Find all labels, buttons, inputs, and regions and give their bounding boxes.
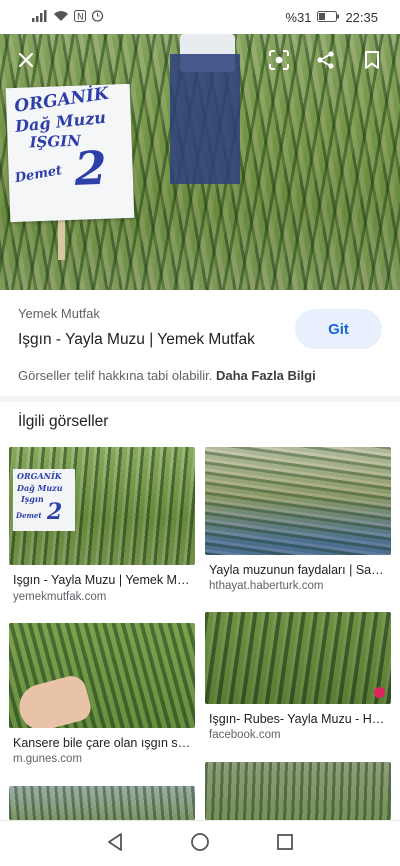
lens-icon bbox=[268, 49, 290, 71]
signal-icon bbox=[32, 9, 48, 25]
related-card[interactable]: Kansere bile çare olan ışgın sebzesi m.g… bbox=[9, 623, 195, 769]
source-badge bbox=[374, 687, 385, 698]
battery-icon bbox=[317, 10, 340, 25]
sign-text: Dağ Muzu bbox=[17, 483, 63, 493]
share-icon bbox=[316, 50, 336, 70]
price-sign: ORGANİK Dağ Muzu IŞGIN Demet 2 bbox=[5, 84, 135, 223]
bookmark-button[interactable] bbox=[354, 42, 390, 78]
related-title[interactable]: Kansere bile çare olan ışgın sebzesi bbox=[13, 736, 193, 750]
related-title[interactable]: Işgın- Rubes- Yayla Muzu - Home bbox=[209, 712, 389, 726]
more-info-link[interactable]: Daha Fazla Bilgi bbox=[216, 368, 316, 383]
nfc-icon: N bbox=[74, 9, 86, 25]
related-title[interactable]: Yayla muzunun faydaları | Sağlık bbox=[209, 563, 389, 577]
related-thumbnail[interactable] bbox=[205, 447, 391, 555]
related-thumbnail[interactable] bbox=[205, 762, 391, 820]
copyright-notice: Görseller telif hakkına tabi olabilir. D… bbox=[18, 368, 316, 383]
back-icon bbox=[106, 832, 124, 857]
related-title[interactable]: Işgın - Yayla Muzu | Yemek Mutfak bbox=[13, 573, 193, 587]
home-button[interactable] bbox=[187, 831, 213, 857]
related-source: yemekmutfak.com bbox=[13, 591, 107, 603]
copyright-text: Görseller telif hakkına tabi olabilir. bbox=[18, 368, 213, 383]
bookmark-icon bbox=[364, 50, 380, 70]
related-source: facebook.com bbox=[209, 729, 281, 741]
sign-text: Demet bbox=[13, 163, 64, 187]
sign-text: ORGANİK bbox=[17, 471, 62, 481]
navigation-bar bbox=[0, 820, 400, 866]
close-icon bbox=[17, 51, 35, 69]
sign-price: 2 bbox=[47, 499, 63, 525]
share-button[interactable] bbox=[308, 42, 344, 78]
related-thumbnail[interactable] bbox=[205, 612, 391, 704]
recents-icon bbox=[276, 833, 294, 856]
related-thumbnail[interactable]: ORGANİK Dağ Muzu Işgın Demet 2 bbox=[9, 447, 195, 565]
alarm-icon bbox=[91, 9, 104, 25]
section-divider bbox=[0, 396, 400, 402]
hero-image[interactable]: ORGANİK Dağ Muzu IŞGIN Demet 2 bbox=[0, 34, 400, 290]
close-button[interactable] bbox=[8, 42, 44, 78]
status-time: 22:35 bbox=[345, 9, 378, 25]
result-title[interactable]: Işgın - Yayla Muzu | Yemek Mutfak bbox=[18, 331, 255, 349]
related-thumbnail[interactable] bbox=[9, 786, 195, 820]
sign-text: Işgın bbox=[21, 494, 44, 504]
home-icon bbox=[190, 832, 210, 857]
result-source[interactable]: Yemek Mutfak bbox=[18, 306, 100, 321]
back-button[interactable] bbox=[102, 831, 128, 857]
related-heading: İlgili görseller bbox=[18, 413, 109, 430]
sign-text: Demet bbox=[16, 511, 42, 520]
related-source: m.gunes.com bbox=[13, 753, 83, 765]
lens-button[interactable] bbox=[261, 42, 297, 78]
visit-button[interactable]: Git bbox=[295, 309, 382, 349]
status-bar: N %31 22:35 bbox=[0, 0, 400, 34]
related-source: hthayat.haberturk.com bbox=[209, 580, 324, 592]
related-card[interactable]: Yayla muzunun faydaları | Sağlık hthayat… bbox=[205, 447, 391, 597]
sign-price: 2 bbox=[73, 140, 108, 196]
battery-percent: %31 bbox=[285, 9, 312, 25]
recents-button[interactable] bbox=[272, 831, 298, 857]
wifi-icon bbox=[53, 10, 69, 25]
related-card[interactable]: Işgın- Rubes- Yayla Muzu - Home facebook… bbox=[205, 612, 391, 744]
related-thumbnail[interactable] bbox=[9, 623, 195, 728]
related-card[interactable]: ORGANİK Dağ Muzu Işgın Demet 2 Işgın - Y… bbox=[9, 447, 195, 607]
svg-text:N: N bbox=[77, 12, 84, 22]
